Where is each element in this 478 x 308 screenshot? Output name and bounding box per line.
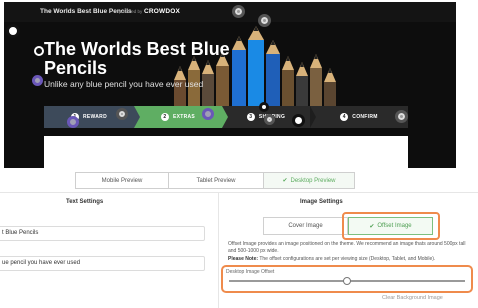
pencil-body — [310, 68, 322, 110]
pencil-lead — [270, 40, 276, 45]
annotation-marker — [258, 14, 271, 27]
pencil-body — [266, 54, 280, 110]
checkout-progress-steps: 1 REWARD 2 EXTRAS 3 SHIPPING 4 CONFIRM — [44, 106, 408, 128]
tab-desktop-label: Desktop Preview — [290, 177, 336, 184]
desktop-offset-slider-handle[interactable] — [343, 277, 351, 285]
step-label: CONFIRM — [352, 114, 378, 120]
annotation-marker — [264, 114, 275, 125]
subtitle-text-input[interactable]: ue pencil you have ever used — [0, 256, 205, 271]
section-divider — [0, 192, 478, 193]
crowdox-logo: CROWDOX — [144, 8, 181, 15]
step-confirm[interactable]: 4 CONFIRM — [310, 106, 408, 128]
preview-size-tabs: Mobile Preview Tablet Preview ✔ Desktop … — [75, 172, 355, 189]
tab-tablet-preview[interactable]: Tablet Preview — [169, 173, 264, 188]
pencil-lead — [314, 54, 318, 59]
note-label: Please Note: — [228, 256, 259, 262]
step-chevron-icon — [134, 106, 140, 128]
pencil-body — [296, 76, 308, 110]
annotation-marker — [395, 110, 408, 123]
column-divider — [218, 193, 219, 308]
annotation-marker — [116, 108, 128, 120]
annotation-marker — [292, 114, 305, 127]
note-text: The offset configurations are set per vi… — [259, 256, 436, 262]
step-number: 3 — [246, 113, 255, 121]
powered-by-label: powered by — [119, 9, 143, 14]
clear-background-image-link[interactable]: Clear Background Image — [382, 295, 443, 301]
title-text-input[interactable]: t Blue Pencils — [0, 226, 205, 241]
step-label: EXTRAS — [172, 114, 196, 120]
preview-header-bar: The Worlds Best Blue Pencils powered by … — [4, 2, 456, 22]
preview-subhead: Unlike any blue pencil you have ever use… — [44, 79, 204, 89]
preview-brand-title: The Worlds Best Blue Pencils — [40, 8, 132, 15]
desktop-offset-label: Desktop Image Offset — [226, 269, 275, 275]
step-chevron-icon — [310, 106, 316, 128]
annotation-marker — [32, 75, 43, 86]
step-number: 4 — [340, 113, 349, 121]
annotation-marker — [67, 116, 79, 128]
highlight-offset-image-button — [342, 212, 440, 240]
tab-mobile-preview[interactable]: Mobile Preview — [76, 173, 169, 188]
image-settings-heading: Image Settings — [300, 199, 343, 205]
offset-image-description: Offset Image provides an image positione… — [228, 241, 466, 254]
annotation-marker — [202, 108, 214, 120]
checkmark-icon: ✔ — [282, 178, 288, 184]
right-margin — [456, 2, 478, 168]
annotation-marker — [34, 46, 44, 56]
annotation-marker — [259, 102, 269, 112]
pencil-lead — [328, 68, 332, 73]
preview-headline: The Worlds Best Blue Pencils — [44, 39, 230, 78]
cover-image-button[interactable]: Cover Image — [263, 217, 348, 235]
step-chevron-icon — [222, 106, 228, 128]
offset-note: Please Note: The offset configurations a… — [228, 256, 478, 263]
step-number: 2 — [160, 113, 169, 121]
preview-content-card — [44, 136, 408, 168]
pencil-body — [282, 70, 294, 110]
annotation-marker — [232, 5, 245, 18]
step-label: REWARD — [82, 114, 108, 120]
pencil-lead — [300, 62, 304, 67]
pencil-lead — [253, 26, 259, 31]
tab-desktop-preview[interactable]: ✔ Desktop Preview — [264, 173, 354, 188]
text-settings-heading: Text Settings — [66, 199, 104, 205]
campaign-preview: The Worlds Best Blue Pencils powered by … — [4, 2, 456, 168]
annotation-marker — [6, 24, 20, 38]
pencil-body — [202, 74, 214, 110]
pencil-lead — [286, 56, 290, 61]
